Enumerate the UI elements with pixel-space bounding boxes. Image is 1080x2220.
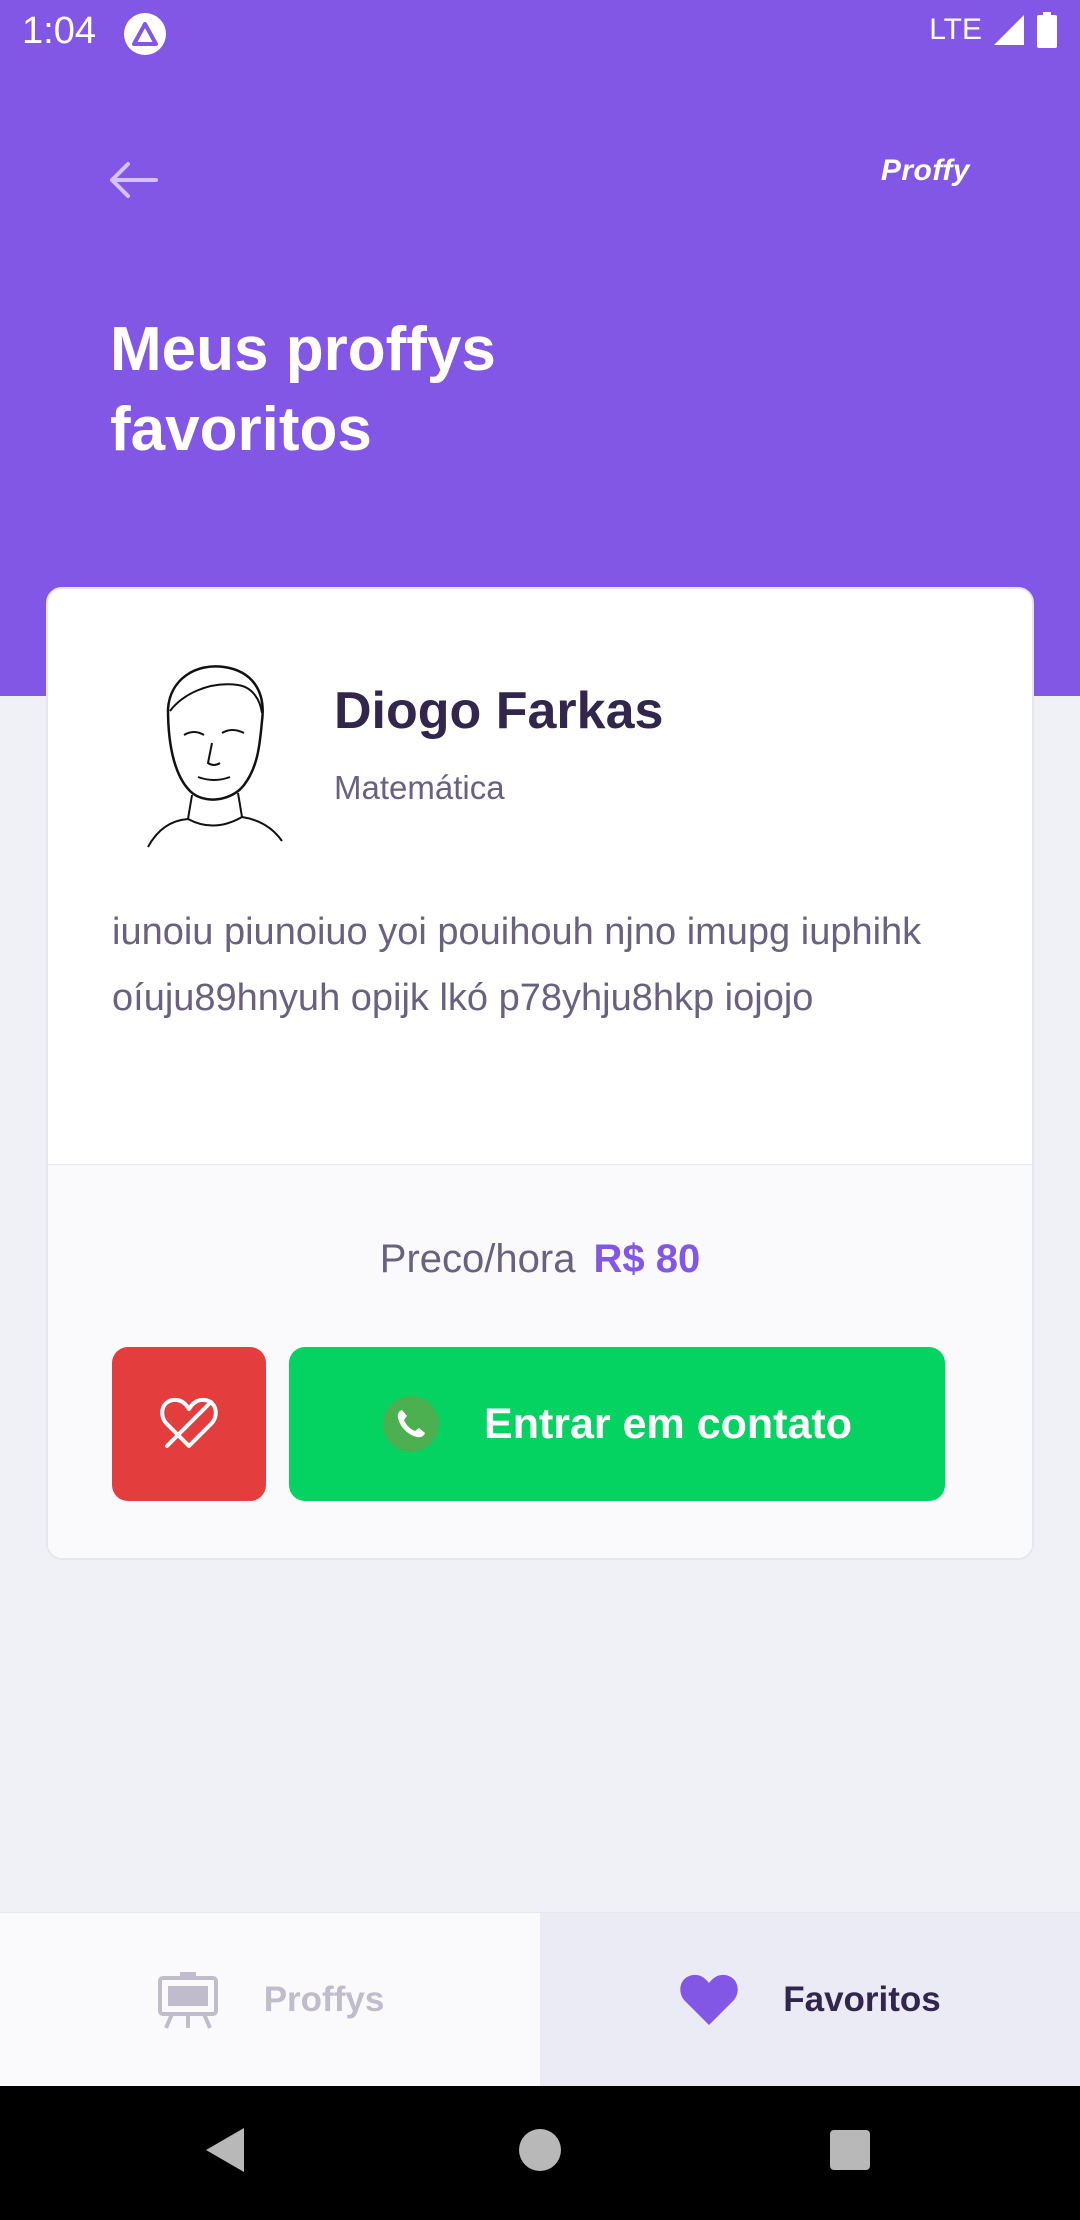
status-indicators: LTE — [929, 12, 1058, 48]
system-nav-bar — [0, 2086, 1080, 2220]
unfavorite-button[interactable] — [112, 1347, 266, 1501]
tab-label-favoritos: Favoritos — [783, 1980, 941, 2019]
whatsapp-icon — [383, 1396, 440, 1452]
contact-button[interactable]: Entrar em contato — [289, 1347, 945, 1501]
heart-outline-icon — [160, 1397, 218, 1448]
battery-icon — [1037, 12, 1057, 48]
network-type: LTE — [929, 13, 982, 46]
expo-app-icon — [124, 13, 166, 55]
status-time: 1:04 — [22, 10, 96, 52]
bottom-tab-bar: Proffys Favoritos — [0, 1912, 1080, 2087]
contact-label: Entrar em contato — [484, 1399, 852, 1448]
back-button[interactable] — [104, 150, 164, 210]
recents-square-icon[interactable] — [828, 2126, 872, 2174]
teacher-subject: Matemática — [334, 769, 505, 806]
heart-icon — [680, 1974, 738, 2025]
status-bar: 1:04 LTE — [0, 0, 1080, 66]
page-title: Meus proffys favoritos — [110, 315, 496, 464]
teacher-name: Diogo Farkas — [334, 682, 664, 740]
signal-icon — [994, 15, 1024, 45]
tab-label-proffys: Proffys — [263, 1980, 385, 2019]
tab-favoritos[interactable]: Favoritos — [540, 1913, 1080, 2087]
teacher-card: Diogo Farkas Matemática iunoiu piunoiuo … — [46, 587, 1034, 1560]
avatar — [112, 651, 312, 851]
brand-logo: Proffy — [880, 154, 970, 187]
home-circle-icon[interactable] — [518, 2126, 562, 2174]
tab-proffys[interactable]: Proffys — [0, 1913, 540, 2087]
price-label: Preco/hora — [379, 1237, 576, 1281]
back-triangle-icon[interactable] — [204, 2126, 246, 2174]
teacher-bio: iunoiu piunoiuo yoi pouihouh njno imupg … — [112, 911, 922, 1019]
price-row: Preco/hora R$ 80 — [48, 1237, 1032, 1282]
arrow-left-icon — [110, 162, 158, 198]
easel-icon — [157, 1972, 218, 2029]
card-footer: Preco/hora R$ 80 Entrar em contato — [48, 1164, 1032, 1558]
price-value: R$ 80 — [593, 1237, 701, 1281]
